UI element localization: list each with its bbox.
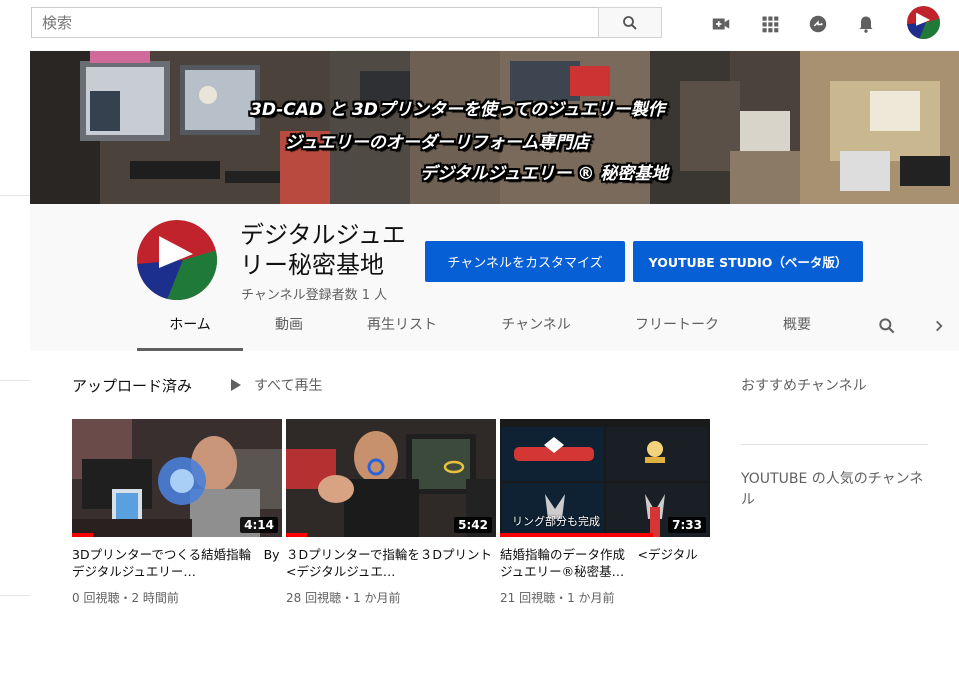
video-meta: 28 回視聴・1 か月前 (286, 591, 401, 605)
channel-banner: 3D-CAD と 3Dプリンターを使ってのジュエリー製作 ジュエリーのオーダーリ… (30, 51, 959, 204)
video-title[interactable]: 3Dプリンターでつくる結婚指輪 By デジタルジュエリー… (72, 546, 282, 580)
video-thumbnail[interactable]: リング部分も完成 7:33 (500, 419, 710, 537)
tab-channels[interactable]: チャンネル (488, 308, 584, 351)
play-icon (231, 379, 241, 391)
channel-search-button[interactable] (872, 308, 902, 351)
tab-community[interactable]: フリートーク (617, 308, 737, 351)
search-input[interactable] (31, 7, 598, 38)
channel-title-line-1: デジタルジュエ (240, 221, 406, 249)
video-title[interactable]: ３Dプリンターで指輪を３Dプリント<デジタルジュエ… (286, 546, 496, 580)
tab-about[interactable]: 概要 (767, 308, 827, 351)
search-box (31, 7, 662, 38)
watch-progress-bar (72, 533, 93, 537)
video-meta: 21 回視聴・1 か月前 (500, 591, 615, 605)
channel-logo-icon (137, 220, 217, 300)
thumbnail-overlay-text: リング部分も完成 (512, 515, 600, 528)
top-bar (0, 0, 959, 50)
video-camera-icon (712, 18, 730, 30)
banner-tagline-2: ジュエリーのオーダーリフォーム専門店 (285, 133, 590, 153)
recommended-channels-title: おすすめチャンネル (741, 378, 867, 394)
tabs-scroll-right-button[interactable] (929, 308, 949, 351)
video-title[interactable]: 結婚指輪のデータ作成 <デジタルジュエリー®秘密基… (500, 546, 710, 580)
bell-icon (859, 16, 873, 33)
watch-progress-bar (286, 533, 307, 537)
search-button[interactable] (598, 7, 662, 38)
video-card[interactable]: リング部分も完成 7:33 結婚指輪のデータ作成 <デジタルジュエリー®秘密基…… (500, 419, 710, 606)
video-duration: 7:33 (668, 517, 706, 533)
channel-header: デジタルジュエ リー秘密基地 チャンネル登録者数 1 人 チャンネルをカスタマイ… (30, 204, 959, 351)
rail-divider (0, 595, 30, 596)
watch-progress-bar (500, 533, 654, 537)
chevron-right-icon (936, 320, 943, 332)
video-duration: 5:42 (454, 517, 492, 533)
tab-videos[interactable]: 動画 (257, 308, 321, 351)
home-content: アップロード済み すべて再生 4:14 3Dプリンターでつくる結婚指輪 By デ… (30, 351, 959, 682)
banner-tagline-1: 3D-CAD と 3Dプリンターを使ってのジュエリー製作 (250, 100, 665, 120)
tab-playlists[interactable]: 再生リスト (354, 308, 450, 351)
play-all-label: すべて再生 (254, 378, 323, 394)
banner-tagline-3: デジタルジュエリー ® 秘密基地 (420, 164, 669, 184)
popular-channels-link[interactable]: YOUTUBE の人気のチャンネル (741, 469, 931, 511)
notifications-button[interactable] (854, 12, 878, 36)
rail-divider (0, 195, 30, 196)
channel-avatar[interactable] (137, 220, 217, 300)
uploads-section-title[interactable]: アップロード済み (72, 375, 192, 396)
video-thumbnail[interactable]: 5:42 (286, 419, 496, 537)
apps-button[interactable] (758, 12, 782, 36)
customize-channel-button[interactable]: チャンネルをカスタマイズ (425, 241, 625, 282)
sidebar-divider (741, 444, 928, 445)
video-thumbnail[interactable]: 4:14 (72, 419, 282, 537)
channel-logo-icon (907, 6, 940, 39)
video-card[interactable]: 5:42 ３Dプリンターで指輪を３Dプリント<デジタルジュエ… 28 回視聴・1… (286, 419, 496, 606)
video-card[interactable]: 4:14 3Dプリンターでつくる結婚指輪 By デジタルジュエリー… 0 回視聴… (72, 419, 282, 606)
search-icon (623, 15, 637, 30)
tab-home[interactable]: ホーム (137, 308, 243, 351)
left-rail (0, 50, 30, 682)
subscriber-count: チャンネル登録者数 1 人 (241, 288, 388, 303)
rail-divider (0, 380, 30, 381)
messages-button[interactable] (806, 12, 830, 36)
video-duration: 4:14 (240, 517, 278, 533)
channel-title-line-2: リー秘密基地 (240, 251, 384, 279)
video-meta: 0 回視聴・2 時間前 (72, 591, 179, 605)
youtube-studio-button[interactable]: YOUTUBE STUDIO（ベータ版） (633, 241, 863, 282)
channel-title: デジタルジュエ リー秘密基地 (240, 220, 415, 280)
create-video-button[interactable] (709, 12, 733, 36)
search-icon (879, 318, 895, 334)
apps-grid-icon (762, 16, 779, 33)
account-avatar[interactable] (907, 6, 940, 39)
messages-icon (809, 15, 827, 33)
play-all-button[interactable]: すべて再生 (230, 375, 322, 395)
